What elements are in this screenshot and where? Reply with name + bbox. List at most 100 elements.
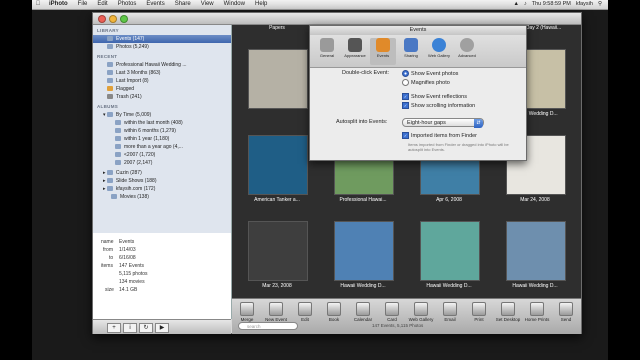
album-folder[interactable]: ▸ Cuzin (287) xyxy=(93,169,231,177)
smart-album-icon xyxy=(115,160,121,166)
toolbar-button-web-gallery[interactable]: Web Gallery xyxy=(408,302,434,322)
recent-item[interactable]: Last Import (8) xyxy=(93,77,231,85)
toolbar-button-email[interactable]: Email xyxy=(437,302,463,322)
album-item[interactable]: Movies (138) xyxy=(93,193,231,201)
tab-appearance[interactable]: Appearance xyxy=(342,38,368,58)
menu-app[interactable]: iPhoto xyxy=(44,0,73,9)
smart-album[interactable]: 2007 (2,147) xyxy=(93,159,231,167)
events-icon xyxy=(376,38,390,52)
smart-album[interactable]: within the last month (408) xyxy=(93,119,231,127)
tab-label: Appearance xyxy=(344,53,366,58)
magnify-photo-option[interactable]: Magnifies photo xyxy=(402,79,450,86)
apple-menu-icon[interactable]:  xyxy=(32,0,44,9)
album-label: kfaysih.com (172) xyxy=(115,186,156,192)
tab-events[interactable]: Events xyxy=(370,38,396,65)
user-name[interactable]: kfaysih xyxy=(576,0,593,9)
toolbar-button-send[interactable]: Send xyxy=(553,302,579,322)
toolbar-button-merge[interactable]: Merge xyxy=(234,302,260,322)
show-scrolling-checkbox[interactable]: ✓ Show scrolling information xyxy=(402,102,475,109)
show-event-photos-option[interactable]: Show Event photos xyxy=(402,70,458,77)
imported-items-checkbox[interactable]: ✓ Imported items from Finder xyxy=(402,132,477,139)
minimize-button[interactable] xyxy=(109,15,117,23)
tab-advanced[interactable]: Advanced xyxy=(454,38,480,58)
toolbar-button-calendar[interactable]: Calendar xyxy=(350,302,376,322)
recent-item-label: Last 3 Months (863) xyxy=(116,70,161,76)
info-to-label: to xyxy=(109,255,114,261)
autosplit-value: Eight-hour gaps xyxy=(407,120,446,126)
recent-item[interactable]: Last 3 Months (863) xyxy=(93,69,231,77)
autosplit-popup[interactable]: Eight-hour gaps ⇵ xyxy=(402,118,484,128)
event-tile[interactable]: Hawaii Wedding D... xyxy=(334,221,394,289)
loop-button[interactable]: ↻ xyxy=(139,323,153,333)
volume-icon[interactable]: ♪ xyxy=(524,0,527,9)
smart-album[interactable]: more than a year ago (4,... xyxy=(93,143,231,151)
toolbar-button-home-prints[interactable]: Home Prints xyxy=(524,302,550,322)
prefs-title: Events xyxy=(310,26,526,35)
event-tile[interactable]: Mar 23, 2008 xyxy=(248,221,308,289)
info-button[interactable]: i xyxy=(123,323,137,333)
toolbar-button-book[interactable]: Book xyxy=(321,302,347,322)
album-folder[interactable]: ▸ Slide Shows (188) xyxy=(93,177,231,185)
tab-sharing[interactable]: Sharing xyxy=(398,38,424,58)
toolbar-button-new-event[interactable]: New Event xyxy=(263,302,289,322)
event-tile[interactable]: Hawaii Wedding D... xyxy=(420,221,480,289)
smart-album[interactable]: within 1 year (1,180) xyxy=(93,135,231,143)
close-button[interactable] xyxy=(98,15,106,23)
event-tile[interactable]: Hawaii Wedding D... xyxy=(506,221,566,289)
library-heading: LIBRARY xyxy=(97,28,119,33)
smart-album[interactable]: within 6 months (1,279) xyxy=(93,127,231,135)
info-items-label: items xyxy=(101,263,113,269)
menu-share[interactable]: Share xyxy=(170,0,196,9)
event-tile[interactable] xyxy=(248,49,308,111)
tab-label: Web Gallery xyxy=(428,53,450,58)
album-icon xyxy=(107,62,113,68)
search-field[interactable]: search xyxy=(238,322,298,330)
show-reflections-checkbox[interactable]: ✓ Show Event reflections xyxy=(402,93,467,100)
toolbar-button-label: Card xyxy=(387,317,397,322)
menu-photos[interactable]: Photos xyxy=(113,0,142,9)
preferences-window: Events General Appearance Events Sharing… xyxy=(309,25,527,161)
menu-window[interactable]: Window xyxy=(219,0,250,9)
event-tile[interactable]: American Tanker a... xyxy=(248,135,308,203)
toolbar-button-card[interactable]: Card xyxy=(379,302,405,322)
recent-item[interactable]: Professional Hawaii Wedding ... xyxy=(93,61,231,69)
recent-item[interactable]: Trash (241) xyxy=(93,93,231,101)
recent-item[interactable]: Flagged xyxy=(93,85,231,93)
menu-edit[interactable]: Edit xyxy=(92,0,112,9)
toolbar-button-print[interactable]: Print xyxy=(466,302,492,322)
option-label: Show scrolling information xyxy=(411,102,476,109)
clock[interactable]: Thu 9:58:59 PM xyxy=(532,0,571,9)
album-folder[interactable]: ▸ kfaysih.com (172) xyxy=(93,185,231,193)
source-events[interactable]: Events (147) xyxy=(93,35,231,43)
spotlight-icon[interactable]: ⚲ xyxy=(598,0,602,9)
source-photos[interactable]: Photos (5,249) xyxy=(93,43,231,51)
toolbar-button-label: Calendar xyxy=(353,317,373,322)
folder-icon xyxy=(106,112,113,118)
menu-help[interactable]: Help xyxy=(250,0,272,9)
recent-heading: RECENT xyxy=(97,54,118,59)
checkmark-icon: ✓ xyxy=(402,132,409,139)
menu-view[interactable]: View xyxy=(196,0,219,9)
info-from-value: 1/14/03 xyxy=(119,247,136,253)
smart-album[interactable]: <2007 (1,720) xyxy=(93,151,231,159)
play-slideshow-button[interactable]: ▶ xyxy=(155,323,169,333)
info-items-value: 147 Events xyxy=(119,263,145,269)
event-thumbnail xyxy=(334,221,394,281)
general-icon xyxy=(320,38,334,52)
menu-events[interactable]: Events xyxy=(141,0,169,9)
toolbar-button-edit[interactable]: Edit xyxy=(292,302,318,322)
event-tile[interactable]: Papers xyxy=(248,25,306,31)
menu-file[interactable]: File xyxy=(73,0,93,9)
zoom-button[interactable] xyxy=(120,15,128,23)
new-event-icon xyxy=(269,302,283,316)
wifi-icon[interactable]: ▲ xyxy=(514,0,519,9)
add-button[interactable]: + xyxy=(107,323,121,333)
recent-item-label: Last Import (8) xyxy=(116,78,149,84)
recent-item-label: Flagged xyxy=(116,86,135,92)
tab-general[interactable]: General xyxy=(314,38,340,58)
info-movies-value: 134 movies xyxy=(119,279,145,285)
album-folder[interactable]: ▾ By Time (5,009) xyxy=(93,111,231,119)
toolbar-button-label: Send xyxy=(560,317,572,322)
toolbar-button-set-desktop[interactable]: Set Desktop xyxy=(495,302,521,322)
tab-web-gallery[interactable]: Web Gallery xyxy=(426,38,452,58)
